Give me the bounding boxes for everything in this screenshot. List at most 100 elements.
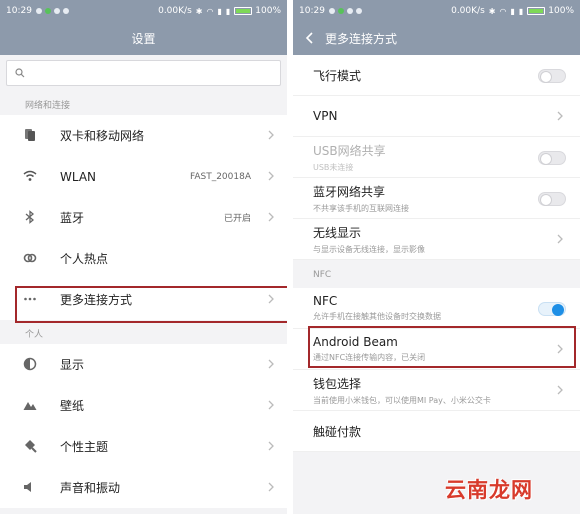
tap-and-pay-row[interactable]: 触碰付款 (293, 411, 580, 452)
bluetooth-status-icon: ✱ (488, 6, 496, 16)
settings-item-label: 个性主题 (60, 440, 109, 454)
battery-icon (527, 7, 546, 15)
status-time: 10:29 (299, 6, 325, 16)
notification-dot-icon (346, 8, 353, 14)
battery-icon (234, 7, 253, 15)
airplane-mode-toggle[interactable] (538, 69, 566, 83)
search-input[interactable] (31, 67, 280, 79)
row-label: VPN (313, 109, 338, 123)
chevron-right-icon (268, 441, 274, 451)
android-beam-row[interactable]: Android Beam 通过NFC连接传输内容，已关闭 (293, 329, 580, 370)
settings-item-label: 壁纸 (60, 399, 85, 413)
bluetooth-tethering-row[interactable]: 蓝牙网络共享 不共享该手机的互联网连接 (293, 178, 580, 219)
theme-brush-icon (25, 440, 37, 453)
bluetooth-status-icon: ✱ (195, 6, 203, 16)
usb-tethering-toggle[interactable] (538, 151, 566, 165)
row-label: 触碰付款 (313, 424, 362, 439)
status-icons: ✱ ◠ ▮ ▮ (489, 7, 524, 16)
page-title: 更多连接方式 (325, 32, 398, 46)
search-icon (15, 68, 25, 78)
settings-item-wallpaper[interactable]: 壁纸 (0, 385, 287, 426)
settings-item-display[interactable]: 显示 (0, 344, 287, 385)
battery-level: 100% (255, 6, 281, 16)
nfc-toggle[interactable] (538, 302, 566, 316)
network-speed: 0.00K/s (451, 6, 485, 16)
usb-tethering-row[interactable]: USB网络共享 USB未连接 (293, 137, 580, 178)
row-summary: 通过NFC连接传输内容，已关闭 (313, 353, 426, 362)
airplane-mode-row[interactable]: 飞行模式 (293, 55, 580, 96)
chevron-right-icon (268, 482, 274, 492)
wifi-status-icon: ◠ (499, 6, 507, 16)
back-arrow-icon[interactable] (303, 31, 317, 45)
row-summary: 不共享该手机的互联网连接 (313, 203, 409, 213)
wireless-display-row[interactable]: 无线显示 与显示设备无线连接，显示影像 (293, 219, 580, 260)
hotspot-icon (23, 253, 37, 263)
settings-item-label: 蓝牙 (60, 211, 85, 225)
nfc-row[interactable]: NFC 允许手机在接触其他设备时交换数据 (293, 288, 580, 329)
nfc-options-list: NFC 允许手机在接触其他设备时交换数据 Android Beam 通过NFC连… (293, 288, 580, 452)
settings-item-bluetooth[interactable]: 蓝牙 已开启 (0, 197, 287, 238)
status-bar: 10:29 0.00K/s ✱ ◠ ▮ ▮ 100% (293, 0, 580, 22)
wifi-status-icon: ◠ (206, 6, 214, 16)
status-icons: ✱ ◠ ▮ ▮ (196, 7, 231, 16)
chevron-right-icon (557, 385, 563, 395)
row-summary: USB未连接 (313, 162, 354, 172)
notification-dot-icon (53, 8, 60, 14)
chevron-right-icon (557, 111, 563, 121)
settings-item-label: 更多连接方式 (60, 293, 133, 307)
page-title-bar: 设置 (0, 22, 287, 55)
row-summary: 当前使用小米钱包，可以使用MI Pay、小米公交卡 (313, 395, 491, 405)
battery-level: 100% (548, 6, 574, 16)
bluetooth-tethering-toggle[interactable] (538, 192, 566, 206)
more-connections-screen: 10:29 0.00K/s ✱ ◠ ▮ ▮ 100% 更多连接方式 飞行模式 V… (293, 0, 580, 514)
settings-item-label: 双卡和移动网络 (60, 129, 145, 143)
wlan-network-name: FAST_20018A (189, 171, 251, 182)
vpn-row[interactable]: VPN (293, 96, 580, 137)
wechat-notification-icon (44, 8, 51, 14)
notification-icons (328, 8, 362, 14)
chevron-right-icon (268, 212, 274, 222)
personal-settings-list: 显示 壁纸 个性主题 声音和振动 (0, 344, 287, 508)
wallpaper-icon (23, 402, 37, 410)
row-label: NFC (313, 294, 338, 308)
signal-icon: ▮ (225, 6, 231, 16)
chevron-right-icon (268, 130, 274, 140)
settings-item-more-connections[interactable]: 更多连接方式 (0, 279, 287, 320)
chevron-right-icon (268, 171, 274, 181)
section-label-nfc: NFC (293, 260, 580, 288)
row-summary: 与显示设备无线连接，显示影像 (313, 244, 425, 254)
settings-item-themes[interactable]: 个性主题 (0, 426, 287, 467)
settings-item-dual-sim[interactable]: 双卡和移动网络 (0, 115, 287, 156)
chevron-right-icon (268, 294, 274, 304)
settings-item-label: 个人热点 (60, 252, 109, 266)
section-label-network: 网络和连接 (25, 101, 71, 111)
row-label: Android Beam (313, 335, 398, 349)
signal-icon: ▮ (518, 6, 524, 16)
wallet-selection-row[interactable]: 钱包选择 当前使用小米钱包，可以使用MI Pay、小米公交卡 (293, 370, 580, 411)
search-box[interactable] (6, 60, 281, 86)
chevron-right-icon (268, 400, 274, 410)
wechat-notification-icon (337, 8, 344, 14)
chevron-right-icon (557, 234, 563, 244)
connection-options-list: 飞行模式 VPN USB网络共享 USB未连接 蓝牙网络共享 不共享该手机的互联… (293, 55, 580, 260)
speaker-icon (24, 482, 31, 492)
notification-dot-icon (355, 8, 362, 14)
settings-item-label: 显示 (60, 358, 85, 372)
row-label: USB网络共享 (313, 143, 386, 158)
settings-item-wlan[interactable]: WLAN FAST_20018A (0, 156, 287, 197)
settings-item-hotspot[interactable]: 个人热点 (0, 238, 287, 279)
row-summary: 允许手机在接触其他设备时交换数据 (313, 312, 441, 321)
network-settings-list: 双卡和移动网络 WLAN FAST_20018A 蓝牙 已开启 个人热点 更多连… (0, 115, 287, 320)
settings-item-sound[interactable]: 声音和振动 (0, 467, 287, 508)
chevron-right-icon (268, 359, 274, 369)
bluetooth-icon (25, 210, 35, 224)
notification-dot-icon (35, 8, 42, 14)
sim-card-icon (25, 129, 35, 141)
site-watermark: 云南龙网 (445, 478, 533, 502)
settings-screen: 10:29 0.00K/s ✱ ◠ ▮ ▮ 100% 设置 网络和连接 双卡和移… (0, 0, 287, 514)
row-label: 无线显示 (313, 225, 362, 240)
section-label-personal: 个人 (25, 330, 44, 340)
bluetooth-status: 已开启 (223, 214, 251, 224)
status-bar: 10:29 0.00K/s ✱ ◠ ▮ ▮ 100% (0, 0, 287, 22)
row-label: 钱包选择 (313, 376, 362, 391)
